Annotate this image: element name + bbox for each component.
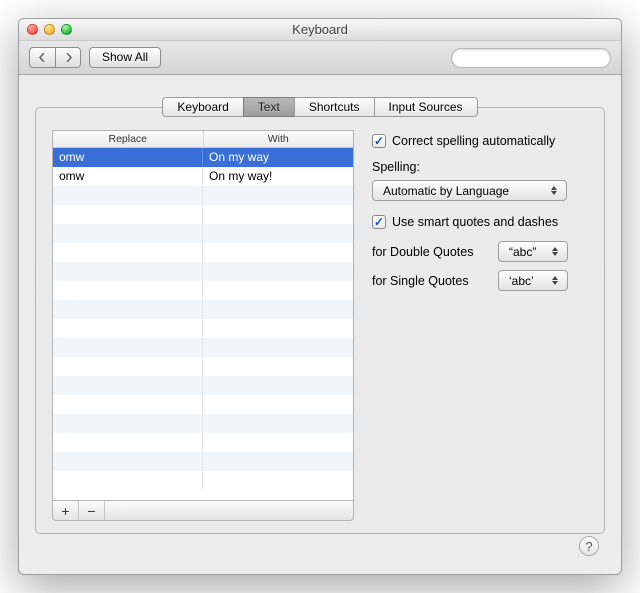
chevron-left-icon	[39, 53, 46, 62]
chevron-right-icon	[65, 53, 72, 62]
table-row[interactable]: omwOn my way!	[53, 167, 353, 186]
tab-keyboard[interactable]: Keyboard	[162, 97, 242, 117]
help-button[interactable]: ?	[579, 536, 599, 556]
updown-icon	[547, 186, 560, 195]
window-controls	[27, 24, 72, 35]
double-quotes-value: “abc”	[509, 245, 536, 259]
updown-icon	[548, 247, 561, 256]
smart-quotes-label: Use smart quotes and dashes	[392, 215, 558, 229]
search-input[interactable]	[464, 52, 606, 64]
col-replace[interactable]: Replace	[53, 131, 204, 147]
nav-segment	[29, 47, 81, 68]
close-icon[interactable]	[27, 24, 38, 35]
updown-icon	[548, 276, 561, 285]
toolbar: Show All	[19, 41, 621, 75]
table-row[interactable]	[53, 205, 353, 224]
back-button[interactable]	[29, 47, 55, 68]
smart-quotes-checkbox[interactable]: Use smart quotes and dashes	[372, 215, 588, 229]
remove-button[interactable]: −	[79, 501, 105, 520]
spelling-label: Spelling:	[372, 160, 588, 174]
tab-shortcuts[interactable]: Shortcuts	[294, 97, 374, 117]
table-row[interactable]	[53, 433, 353, 452]
checkbox-icon	[372, 134, 386, 148]
table-row[interactable]	[53, 338, 353, 357]
double-quotes-label: for Double Quotes	[372, 245, 488, 259]
checkbox-icon	[372, 215, 386, 229]
table-row[interactable]	[53, 395, 353, 414]
window-title: Keyboard	[292, 22, 348, 37]
table-row[interactable]	[53, 186, 353, 205]
single-quotes-label: for Single Quotes	[372, 274, 488, 288]
table-row[interactable]	[53, 224, 353, 243]
replacements-table[interactable]: Replace With omwOn my wayomwOn my way!	[52, 130, 354, 500]
correct-spelling-checkbox[interactable]: Correct spelling automatically	[372, 134, 588, 148]
table-row[interactable]	[53, 243, 353, 262]
tab-bar: Keyboard Text Shortcuts Input Sources	[35, 97, 605, 117]
col-with[interactable]: With	[204, 131, 354, 147]
table-row[interactable]	[53, 471, 353, 490]
spelling-value: Automatic by Language	[383, 184, 509, 198]
table-row[interactable]	[53, 452, 353, 471]
table-row[interactable]	[53, 357, 353, 376]
tab-input-sources[interactable]: Input Sources	[374, 97, 478, 117]
titlebar: Keyboard	[19, 19, 621, 41]
search-field[interactable]	[451, 48, 611, 68]
add-remove-bar: + −	[52, 500, 354, 521]
add-button[interactable]: +	[53, 501, 79, 520]
forward-button[interactable]	[55, 47, 81, 68]
table-row[interactable]	[53, 300, 353, 319]
table-row[interactable]: omwOn my way	[53, 148, 353, 167]
table-row[interactable]	[53, 376, 353, 395]
tab-text[interactable]: Text	[243, 97, 294, 117]
text-pane: Replace With omwOn my wayomwOn my way! +…	[35, 107, 605, 534]
table-row[interactable]	[53, 414, 353, 433]
minimize-icon[interactable]	[44, 24, 55, 35]
single-quotes-value: ‘abc’	[509, 274, 534, 288]
table-row[interactable]	[53, 281, 353, 300]
preferences-window: Keyboard Show All Keyboard Text Shortcut…	[18, 18, 622, 575]
show-all-button[interactable]: Show All	[89, 47, 161, 68]
zoom-icon[interactable]	[61, 24, 72, 35]
correct-spelling-label: Correct spelling automatically	[392, 134, 555, 148]
double-quotes-select[interactable]: “abc”	[498, 241, 568, 262]
spelling-select[interactable]: Automatic by Language	[372, 180, 567, 201]
single-quotes-select[interactable]: ‘abc’	[498, 270, 568, 291]
table-row[interactable]	[53, 262, 353, 281]
table-header: Replace With	[53, 131, 353, 148]
table-row[interactable]	[53, 319, 353, 338]
